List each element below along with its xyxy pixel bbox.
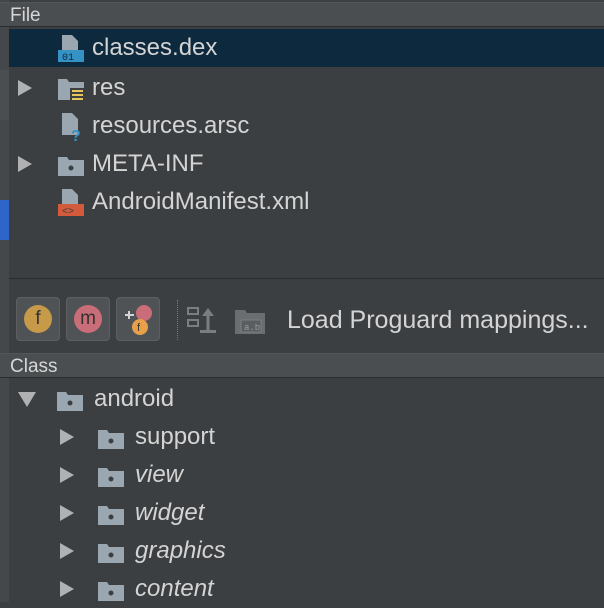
show-fields-button[interactable]: f <box>16 297 60 341</box>
toolbar-divider <box>9 278 604 279</box>
class-tree[interactable]: android support view widget graphics con… <box>0 380 604 602</box>
dex-file-icon: 01 <box>58 35 84 63</box>
file-tree[interactable]: 01 classes.dex res ? resources.arsc META… <box>9 28 604 278</box>
referenced-members-icon: f <box>125 305 152 335</box>
file-panel-header: File <box>0 2 604 27</box>
left-edge-selection <box>0 200 9 240</box>
expand-arrow-icon[interactable] <box>18 156 32 172</box>
package-icon <box>98 430 124 449</box>
class-item-view[interactable]: view <box>0 456 604 494</box>
file-item-label: classes.dex <box>92 34 218 61</box>
file-item-meta-inf[interactable]: META-INF <box>9 145 604 183</box>
svg-text:01: 01 <box>62 53 74 63</box>
file-item-android-manifest[interactable]: <> AndroidManifest.xml <box>9 183 604 221</box>
method-badge-icon: m <box>74 305 102 333</box>
class-item-android[interactable]: android <box>0 380 604 418</box>
package-icon <box>98 544 124 563</box>
class-item-label: support <box>135 423 216 450</box>
class-item-support[interactable]: support <box>0 418 604 456</box>
class-item-label: graphics <box>135 537 226 564</box>
file-item-label: res <box>92 74 126 101</box>
unknown-file-icon: ? <box>62 113 81 141</box>
svg-text:a.b: a.b <box>244 323 260 333</box>
class-item-content[interactable]: content <box>0 570 604 608</box>
class-item-graphics[interactable]: graphics <box>0 532 604 570</box>
class-item-label: widget <box>135 499 205 526</box>
package-icon <box>98 506 124 525</box>
folder-icon <box>58 157 84 176</box>
collapse-arrow-icon[interactable] <box>18 392 36 407</box>
svg-text:<>: <> <box>62 207 74 217</box>
left-edge-highlight <box>0 70 9 120</box>
package-icon <box>98 582 124 601</box>
expand-arrow-icon[interactable] <box>60 581 74 597</box>
show-methods-button[interactable]: m <box>66 297 110 341</box>
resource-folder-icon <box>58 79 84 102</box>
field-badge-icon: f <box>24 305 52 333</box>
deobfuscate-icon[interactable] <box>186 304 218 336</box>
load-proguard-mappings-label[interactable]: Load Proguard mappings... <box>287 306 589 335</box>
xml-file-icon: <> <box>58 189 84 217</box>
file-item-res[interactable]: res <box>9 69 604 107</box>
class-item-label: android <box>94 385 175 412</box>
class-item-widget[interactable]: widget <box>0 494 604 532</box>
file-item-label: AndroidManifest.xml <box>92 188 310 215</box>
file-item-resources-arsc[interactable]: ? resources.arsc <box>9 107 604 145</box>
class-item-label: view <box>135 461 184 488</box>
package-icon <box>57 392 83 411</box>
expand-arrow-icon[interactable] <box>60 505 74 521</box>
file-item-classes-dex[interactable]: 01 classes.dex <box>9 29 604 67</box>
toolbar-separator <box>177 300 178 340</box>
expand-arrow-icon[interactable] <box>60 543 74 559</box>
file-item-label: META-INF <box>92 150 204 177</box>
expand-arrow-icon[interactable] <box>18 80 32 96</box>
toolbar: f m f a.b Load Proguard mappings... <box>9 292 604 348</box>
expand-arrow-icon[interactable] <box>60 467 74 483</box>
svg-text:?: ? <box>71 128 81 141</box>
package-icon <box>98 468 124 487</box>
file-item-label: resources.arsc <box>92 112 250 139</box>
class-panel-header: Class <box>0 353 604 378</box>
expand-arrow-icon[interactable] <box>60 429 74 445</box>
show-referenced-button[interactable]: f <box>116 297 160 341</box>
load-mapping-folder-icon[interactable]: a.b <box>233 306 267 336</box>
class-item-label: content <box>135 575 214 602</box>
